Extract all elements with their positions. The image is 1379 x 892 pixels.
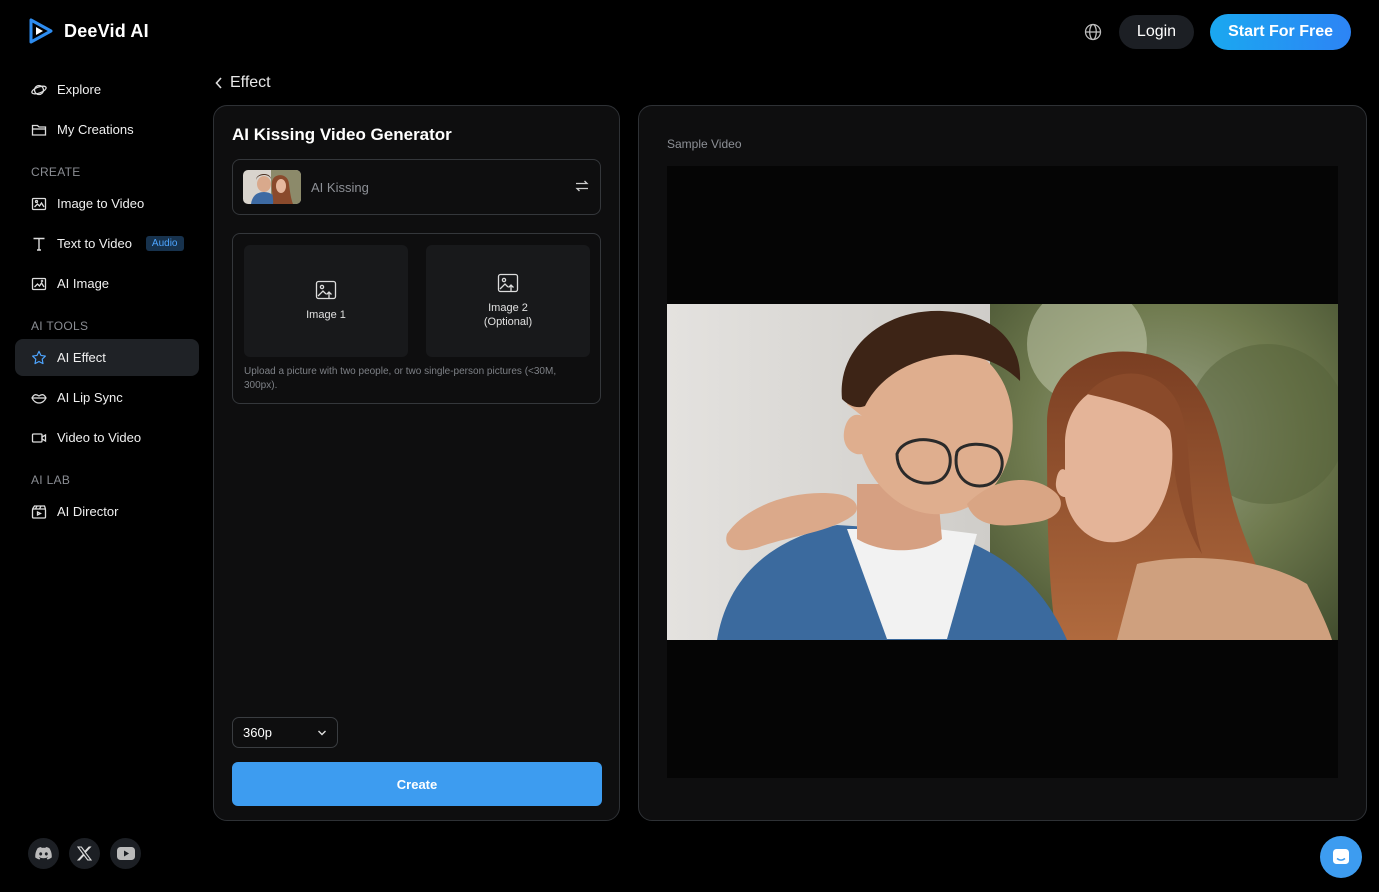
sidebar-item-label: My Creations (57, 122, 134, 137)
folder-icon (31, 122, 47, 138)
sidebar-item-ai-image[interactable]: AI Image (15, 265, 199, 302)
text-icon (31, 236, 47, 252)
lips-icon (31, 390, 47, 406)
sidebar-item-video-to-video[interactable]: Video to Video (15, 419, 199, 456)
video-camera-icon (31, 430, 47, 446)
sample-video-frame (667, 304, 1338, 640)
upload-area: Image 1 Image 2 (Optional) Upload a pict… (232, 233, 601, 404)
effect-thumbnail (243, 170, 301, 204)
image-icon (31, 196, 47, 212)
chat-support-button[interactable] (1320, 836, 1362, 878)
sidebar-item-text-to-video[interactable]: Text to Video Audio (15, 225, 199, 262)
page-title: AI Kissing Video Generator (232, 125, 452, 144)
sidebar-item-label: AI Lip Sync (57, 390, 123, 405)
sidebar: Explore My Creations CREATE Image to Vid… (15, 71, 199, 533)
sidebar-item-label: Image to Video (57, 196, 145, 211)
sample-video-player[interactable] (667, 166, 1338, 778)
preview-panel: Sample Video (638, 105, 1367, 821)
sidebar-item-explore[interactable]: Explore (15, 71, 199, 108)
clapper-icon (31, 504, 47, 520)
upload-slot-label: Image 2 (Optional) (483, 302, 533, 328)
sidebar-item-ai-director[interactable]: AI Director (15, 493, 199, 530)
image-upload-icon (497, 273, 519, 293)
effect-name: AI Kissing (311, 179, 369, 195)
planet-icon (31, 82, 47, 98)
sidebar-item-label: AI Director (57, 504, 119, 519)
upload-slot-image-2[interactable]: Image 2 (Optional) (426, 245, 590, 357)
section-label-ai-lab: AI LAB (31, 473, 71, 487)
swap-icon (575, 180, 589, 192)
sidebar-item-label: Explore (57, 82, 102, 97)
chevron-left-icon (215, 77, 222, 89)
discord-icon[interactable] (28, 838, 59, 869)
brand-logo[interactable]: DeeVid AI (28, 18, 149, 44)
audio-badge: Audio (145, 236, 184, 251)
breadcrumb-back[interactable]: Effect (214, 74, 271, 92)
sample-video-label: Sample Video (667, 137, 742, 151)
create-button[interactable]: Create (232, 762, 602, 806)
ai-image-icon (31, 276, 47, 292)
social-links (28, 838, 141, 869)
chevron-down-icon (318, 730, 326, 735)
image-upload-icon (315, 280, 337, 300)
sidebar-item-label: Text to Video (57, 236, 132, 251)
sidebar-item-label: AI Image (57, 276, 110, 291)
sidebar-item-label: AI Effect (57, 350, 106, 365)
header-actions: Login Start For Free (1083, 14, 1351, 50)
sidebar-item-image-to-video[interactable]: Image to Video (15, 185, 199, 222)
star-icon (31, 350, 47, 366)
generator-panel: AI Kissing Video Generator AI Kissing Im… (213, 105, 620, 821)
globe-icon[interactable] (1083, 22, 1103, 42)
breadcrumb-label: Effect (230, 74, 271, 91)
youtube-icon[interactable] (110, 838, 141, 869)
effect-selector[interactable]: AI Kissing (232, 159, 601, 215)
upload-hint: Upload a picture with two people, or two… (244, 366, 557, 391)
section-label-create: CREATE (31, 165, 81, 179)
start-for-free-button[interactable]: Start For Free (1210, 14, 1351, 50)
sidebar-item-ai-lip-sync[interactable]: AI Lip Sync (15, 379, 199, 416)
resolution-select[interactable]: 360p (232, 717, 338, 748)
logo-icon (29, 18, 53, 44)
sidebar-item-ai-effect[interactable]: AI Effect (15, 339, 199, 376)
x-twitter-icon[interactable] (69, 838, 100, 869)
login-button[interactable]: Login (1118, 15, 1195, 49)
upload-slot-image-1[interactable]: Image 1 (244, 245, 408, 357)
sidebar-item-my-creations[interactable]: My Creations (15, 111, 199, 148)
brand-name: DeeVid AI (64, 20, 149, 41)
section-label-ai-tools: AI TOOLS (31, 319, 89, 333)
resolution-value: 360p (243, 725, 272, 740)
upload-slot-label: Image 1 (306, 309, 346, 321)
sidebar-item-label: Video to Video (57, 430, 142, 445)
chat-icon (1333, 849, 1349, 864)
